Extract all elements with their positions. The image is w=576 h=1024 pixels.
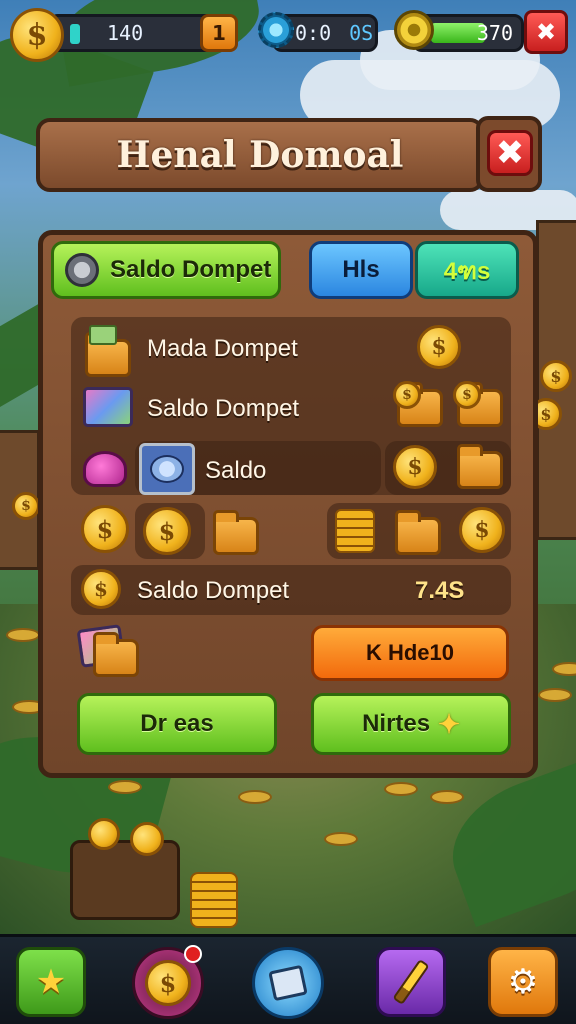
star-icon: ✦ [438,708,460,739]
cards-icon [83,387,133,427]
tab-3[interactable]: 4ฑs [415,241,519,299]
bottom-nav: ★ $ ⚙ [0,934,576,1024]
right-green-label: Nirtes [362,710,431,737]
coin-icon: $ [81,505,129,553]
row1-label: Mada Dompet [147,335,298,362]
top-hud: $ 140 1 0:0 0S 370 ✖ [8,8,568,62]
coin-count: 140 [107,21,144,45]
nav-brush-button[interactable] [376,947,446,1017]
coin-icon: $ [145,960,191,1006]
folder-icon [457,444,503,489]
folder-icon [395,510,441,555]
coin-icon: $ [393,445,437,489]
energy-icon [394,10,434,50]
tab-hls[interactable]: Hls [309,241,413,299]
energy-value: 370 [476,21,513,45]
cash-icon [89,325,117,345]
dialog-title-bar: Henal Domoal [36,118,484,192]
gem-indicator [70,24,80,44]
dialog-title: Henal Domoal [116,134,404,176]
row3-label: Saldo [205,457,267,484]
wallet-panel: Saldo Dompet Hls 4ฑs Mada Dompet $ Saldo… [38,230,538,778]
wallet-tab-icon [65,253,99,287]
coin-icon: $ [459,507,505,553]
tab-hls-label: Hls [342,256,380,283]
coin-icon: $ [417,325,461,369]
total-value: 7.4S [415,577,465,604]
side-coin-icon: $ [540,360,572,392]
nav-star-button[interactable]: ★ [16,947,86,1017]
timer-value-b: 0S [349,21,374,45]
folder-icon [93,632,139,677]
claim-button-label: K Ηde10 [365,640,455,665]
tab-3-label: 4ฑs [443,257,491,285]
coin-stack [190,872,238,928]
total-label: Saldo Dompet [137,577,290,604]
tab-label: Saldo Dompet [110,256,272,283]
coin-icon: $ [393,381,421,409]
coin-icon: $ [81,569,121,609]
coin-icon: $ [453,381,481,409]
left-green-label: Dr eas [140,710,214,737]
timer-gear-icon [258,12,294,48]
timer-value-a: 0:0 [295,21,332,45]
dialog-close-button[interactable]: ✖ [487,130,533,176]
map-icon [268,964,308,1002]
brush-icon [392,958,430,1006]
robot-icon [139,443,195,495]
row2-label: Saldo Dompet [147,395,300,422]
nav-settings-button[interactable]: ⚙ [488,947,558,1017]
gear-icon: ⚙ [507,962,539,1002]
folder-icon [213,510,259,555]
nav-map-button[interactable] [252,947,324,1019]
hud-close-button[interactable]: ✖ [524,10,568,54]
claim-button[interactable]: K Ηde10 [311,625,509,681]
coin-stack-icon [335,509,375,553]
treasure-pile [70,840,180,920]
notification-dot [184,945,202,963]
dialog-close-frame: ✖ [476,116,542,192]
coin-icon: $ [143,507,191,555]
coin-icon: $ [10,8,64,62]
star-icon: ★ [35,962,67,1002]
purse-icon [83,451,127,487]
side-coin-icon: $ [12,492,40,520]
right-green-button[interactable]: Nirtes ✦ [311,693,511,755]
left-green-button[interactable]: Dr eas [77,693,277,755]
add-coins-button[interactable]: 1 [200,14,238,52]
